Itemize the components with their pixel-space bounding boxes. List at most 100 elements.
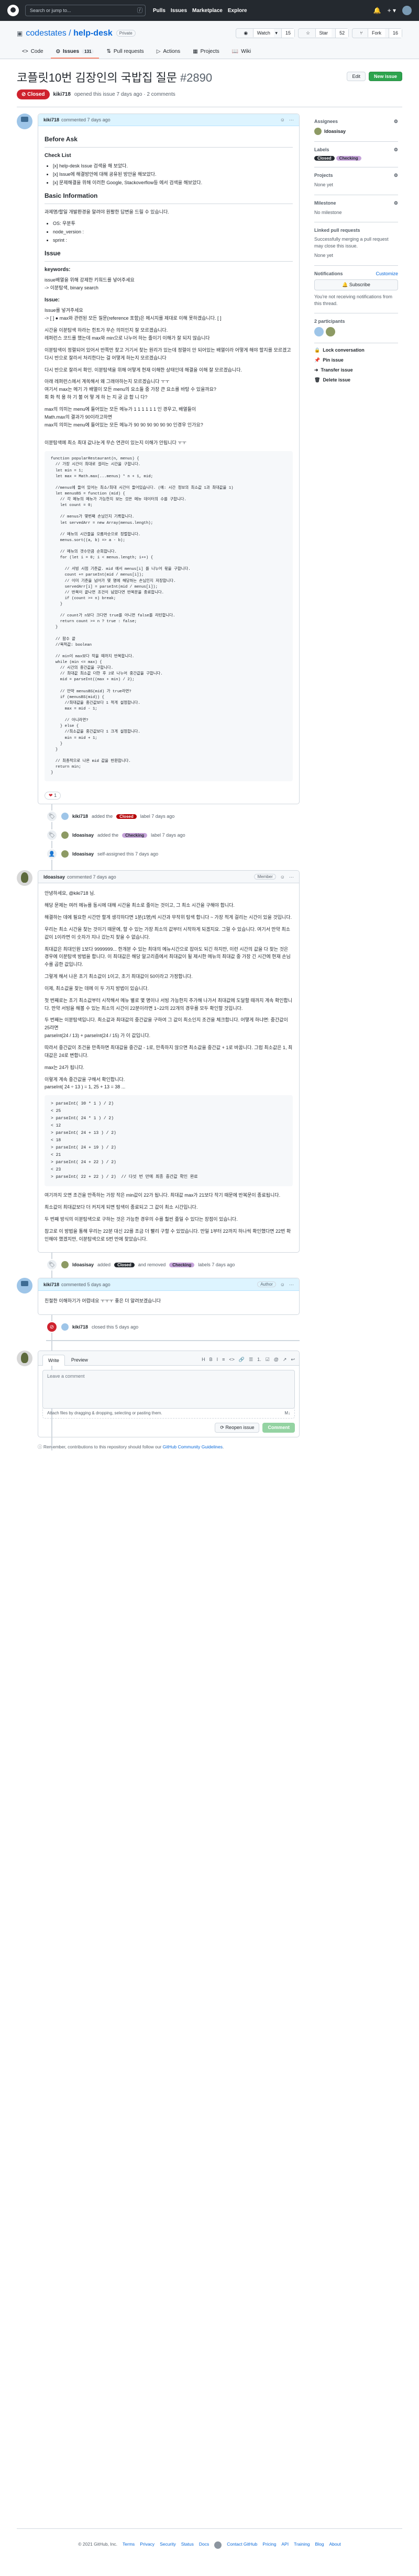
mention-icon[interactable]: @ xyxy=(274,1357,279,1363)
avatar[interactable] xyxy=(61,1323,69,1331)
new-issue-button[interactable]: New issue xyxy=(368,72,402,81)
tab-wiki[interactable]: 📖 Wiki xyxy=(227,46,256,59)
comment-timestamp[interactable]: commented 5 days ago xyxy=(61,1282,111,1287)
comment-button[interactable]: Comment xyxy=(262,1423,295,1433)
user-avatar[interactable] xyxy=(402,6,412,15)
avatar[interactable] xyxy=(61,831,69,839)
section-title[interactable]: Milestone xyxy=(314,200,336,206)
avatar[interactable] xyxy=(17,870,32,886)
fork-button[interactable]: ⑂ Fork 16 xyxy=(352,28,402,38)
edit-button[interactable]: Edit xyxy=(347,72,366,81)
emoji-reaction-icon[interactable]: ☺ xyxy=(280,117,285,122)
footer-link-contact[interactable]: Contact GitHub xyxy=(227,2541,257,2549)
footer-link-security[interactable]: Security xyxy=(160,2541,176,2549)
avatar[interactable] xyxy=(17,114,32,129)
avatar[interactable] xyxy=(314,327,324,337)
gear-icon[interactable]: ⚙ xyxy=(394,173,398,178)
subscribe-button[interactable]: 🔔 Subscribe xyxy=(314,279,398,290)
task-list-icon[interactable]: ☑ xyxy=(266,1357,270,1363)
bold-icon[interactable]: B xyxy=(210,1357,213,1363)
label-badge[interactable]: Closed xyxy=(314,156,335,161)
pin-issue-link[interactable]: 📌 Pin issue xyxy=(314,357,398,363)
section-title[interactable]: Projects xyxy=(314,173,333,178)
tab-issues[interactable]: ⊙ Issues 131 xyxy=(50,46,100,59)
delete-issue-link[interactable]: 🗑 Delete issue xyxy=(314,377,398,383)
avatar[interactable] xyxy=(314,128,322,135)
more-options-icon[interactable]: ··· xyxy=(289,1282,294,1287)
comment-textarea[interactable]: Leave a comment xyxy=(42,1370,295,1409)
quote-icon[interactable]: ≡ xyxy=(222,1357,225,1363)
github-logo-icon[interactable] xyxy=(7,5,19,16)
reopen-issue-button[interactable]: ⟳ Reopen issue xyxy=(215,1423,260,1433)
more-options-icon[interactable]: ··· xyxy=(289,117,294,122)
footer-link-blog[interactable]: Blog xyxy=(315,2541,324,2549)
more-options-icon[interactable]: ··· xyxy=(289,874,294,880)
emoji-reaction-icon[interactable]: ☺ xyxy=(280,874,285,880)
emoji-reaction-icon[interactable]: ☺ xyxy=(280,1282,285,1287)
footer-link-status[interactable]: Status xyxy=(181,2541,194,2549)
lock-conversation-link[interactable]: 🔒 Lock conversation xyxy=(314,347,398,353)
repo-name-link[interactable]: help-desk xyxy=(73,29,113,38)
label-badge[interactable]: Closed xyxy=(114,1262,135,1267)
issue-author-link[interactable]: kiki718 xyxy=(53,92,71,97)
code-icon[interactable]: <> xyxy=(229,1357,235,1363)
event-actor-link[interactable]: kiki718 xyxy=(72,1324,88,1330)
create-new-dropdown[interactable]: + ▾ xyxy=(388,7,396,14)
gear-icon[interactable]: ⚙ xyxy=(394,200,398,206)
tab-pull-requests[interactable]: ⇅ Pull requests xyxy=(101,46,149,59)
comment-author-link[interactable]: ldoasisay xyxy=(43,874,65,880)
gear-icon[interactable]: ⚙ xyxy=(394,147,398,153)
tab-write[interactable]: Write xyxy=(42,1355,65,1366)
reply-icon[interactable]: ↩ xyxy=(291,1357,295,1363)
tab-projects[interactable]: ▦ Projects xyxy=(188,46,225,59)
repo-owner-link[interactable]: codestates xyxy=(26,29,66,38)
label-badge[interactable]: Checking xyxy=(336,156,361,161)
assignee-link[interactable]: ldoasisay xyxy=(324,129,346,134)
italic-icon[interactable]: I xyxy=(217,1357,218,1363)
heart-reaction[interactable]: ❤ 1 xyxy=(45,792,61,800)
footer-link-docs[interactable]: Docs xyxy=(199,2541,209,2549)
event-actor-link[interactable]: ldoasisay xyxy=(72,833,94,838)
heading-icon[interactable]: H xyxy=(202,1357,205,1363)
avatar[interactable] xyxy=(17,1351,32,1367)
avatar[interactable] xyxy=(17,1278,32,1294)
label-badge[interactable]: Checking xyxy=(169,1262,195,1267)
section-title[interactable]: Labels xyxy=(314,147,329,153)
tab-code[interactable]: <> Code xyxy=(17,46,49,59)
event-actor-link[interactable]: kiki718 xyxy=(72,814,88,819)
avatar[interactable] xyxy=(61,1261,69,1269)
attach-files-area[interactable]: Attach files by dragging & dropping, sel… xyxy=(42,1408,295,1419)
footer-link-training[interactable]: Training xyxy=(294,2541,310,2549)
star-button[interactable]: ☆ Star 52 xyxy=(297,28,349,38)
markdown-icon[interactable]: M↓ xyxy=(284,1411,290,1415)
gear-icon[interactable]: ⚙ xyxy=(394,119,398,125)
comment-timestamp[interactable]: commented 7 days ago xyxy=(61,117,111,122)
transfer-issue-link[interactable]: ➜ Transfer issue xyxy=(314,367,398,373)
event-actor-link[interactable]: ldoasisay xyxy=(72,1262,94,1267)
nav-explore[interactable]: Explore xyxy=(228,8,247,14)
comment-author-link[interactable]: kiki718 xyxy=(43,1282,59,1287)
footer-link-api[interactable]: API xyxy=(281,2541,289,2549)
customize-link[interactable]: Customize xyxy=(376,271,398,276)
tab-preview[interactable]: Preview xyxy=(66,1355,93,1365)
avatar[interactable] xyxy=(326,327,335,337)
comment-author-link[interactable]: kiki718 xyxy=(43,117,59,122)
footer-link-terms[interactable]: Terms xyxy=(123,2541,135,2549)
nav-pulls[interactable]: Pulls xyxy=(153,8,166,14)
footer-link-privacy[interactable]: Privacy xyxy=(140,2541,155,2549)
footer-link-about[interactable]: About xyxy=(329,2541,341,2549)
watch-button[interactable]: ◉ Watch ▾ 15 xyxy=(236,28,295,38)
label-badge[interactable]: Checking xyxy=(122,833,148,838)
search-input[interactable]: Search or jump to... / xyxy=(25,5,146,16)
github-logo-icon[interactable] xyxy=(214,2541,222,2549)
bulleted-list-icon[interactable]: ☰ xyxy=(249,1357,253,1363)
footer-link-pricing[interactable]: Pricing xyxy=(262,2541,276,2549)
label-badge[interactable]: Closed xyxy=(116,814,137,819)
avatar[interactable] xyxy=(61,850,69,858)
numbered-list-icon[interactable]: 1. xyxy=(257,1357,261,1363)
guidelines-link[interactable]: GitHub Community Guidelines xyxy=(163,1444,223,1449)
cross-reference-icon[interactable]: ↗ xyxy=(283,1357,287,1363)
tab-actions[interactable]: ▷ Actions xyxy=(151,46,186,59)
avatar[interactable] xyxy=(61,813,69,820)
notifications-bell-icon[interactable]: 🔔 xyxy=(373,7,381,14)
